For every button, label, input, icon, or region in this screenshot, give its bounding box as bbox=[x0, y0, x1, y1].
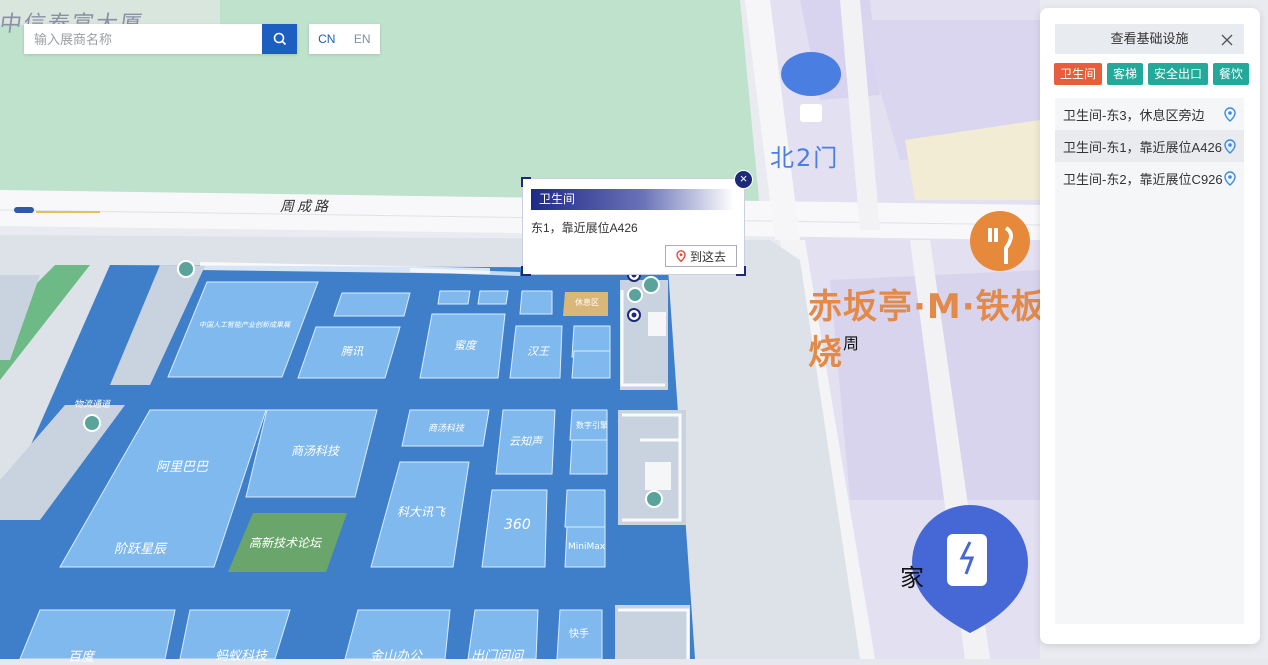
navigate-here-button[interactable]: 到这去 bbox=[665, 245, 737, 267]
tab-elevator[interactable]: 客梯 bbox=[1107, 63, 1144, 85]
search-button[interactable] bbox=[262, 24, 297, 54]
panel-header: 查看基础设施 bbox=[1055, 24, 1244, 54]
location-pin-icon[interactable] bbox=[1224, 138, 1236, 154]
booth-label: 商汤科技 bbox=[428, 424, 465, 434]
booth-label: 金山办公 bbox=[370, 649, 423, 664]
list-item-label: 卫生间-东3，休息区旁边 bbox=[1063, 107, 1205, 123]
list-item-label: 卫生间-东1，靠近展位A426 bbox=[1063, 139, 1222, 155]
list-item[interactable]: 卫生间-东2，靠近展位C926 bbox=[1055, 162, 1244, 194]
search-input[interactable] bbox=[24, 24, 262, 54]
panel-close-button[interactable] bbox=[1220, 24, 1234, 54]
passage-label: 物流通道 bbox=[74, 400, 111, 410]
list-item[interactable]: 卫生间-东3，休息区旁边 bbox=[1055, 98, 1244, 130]
booths-row-a bbox=[167, 281, 611, 379]
lang-cn-button[interactable]: CN bbox=[309, 32, 345, 46]
booth-label: 科大讯飞 bbox=[397, 505, 446, 519]
booth-label: 出门问问 bbox=[471, 649, 524, 664]
tab-restroom[interactable]: 卫生间 bbox=[1054, 63, 1103, 85]
tab-dining[interactable]: 餐饮 bbox=[1213, 63, 1250, 85]
booth-label: 高新技术论坛 bbox=[249, 536, 322, 550]
street-char-label: 周 bbox=[843, 334, 860, 353]
lang-en-button[interactable]: EN bbox=[345, 32, 381, 46]
language-switch: CN EN bbox=[309, 24, 380, 54]
popup-title: 卫生间 bbox=[531, 189, 734, 210]
booth-label: MiniMax bbox=[568, 542, 606, 552]
booth-label: 数字引擎 bbox=[576, 421, 608, 430]
popup-corner bbox=[736, 266, 746, 276]
popup-description: 东1，靠近展位A426 bbox=[531, 221, 638, 235]
booth-label: 百度 bbox=[68, 650, 95, 665]
street-char-label: 家 bbox=[900, 564, 924, 592]
panel-title: 查看基础设施 bbox=[1110, 31, 1189, 46]
tab-emergency-exit[interactable]: 安全出口 bbox=[1148, 63, 1209, 85]
booth-label: 快手 bbox=[569, 629, 589, 640]
list-item-label: 卫生间-东2，靠近展位C926 bbox=[1063, 171, 1223, 187]
popup-close-button[interactable]: × bbox=[734, 170, 753, 189]
location-pin-icon[interactable] bbox=[1224, 170, 1236, 186]
booth-label: 腾讯 bbox=[341, 345, 363, 358]
restaurant-pin-icon bbox=[970, 211, 1030, 271]
facility-list: 卫生间-东3，休息区旁边 卫生间-东1，靠近展位A426 卫生间-东2，靠近展位… bbox=[1055, 98, 1244, 624]
search-bar bbox=[24, 24, 297, 54]
booth-label: 商汤科技 bbox=[291, 444, 340, 458]
facility-panel: 查看基础设施 卫生间 客梯 安全出口 餐饮 卫生间-东3，休息区旁边 卫生间-东… bbox=[1040, 8, 1260, 644]
map-pin-icon bbox=[676, 250, 686, 262]
gate-label: 北2门 bbox=[770, 144, 840, 172]
search-icon bbox=[273, 32, 286, 46]
booth-label: 阿里巴巴 bbox=[156, 460, 209, 475]
facility-popup: 卫生间 东1，靠近展位A426 到这去 × bbox=[521, 170, 753, 276]
location-pin-icon[interactable] bbox=[1224, 106, 1236, 122]
list-item[interactable]: 卫生间-东1，靠近展位A426 bbox=[1055, 130, 1244, 162]
navigate-label: 到这去 bbox=[689, 249, 726, 264]
booth-label: 休息区 bbox=[575, 298, 599, 307]
booth-label: 阶跃星辰 bbox=[114, 542, 167, 557]
popup-corner bbox=[521, 177, 531, 187]
close-icon bbox=[1221, 34, 1233, 46]
road-label: 周成路 bbox=[280, 199, 331, 215]
facility-type-tabs: 卫生间 客梯 安全出口 餐饮 bbox=[1054, 63, 1250, 85]
booth-label: 360 bbox=[504, 517, 531, 533]
booth-label: 中国人工智能产业创新成果展 bbox=[199, 321, 290, 329]
booth-label: 蚂蚁科技 bbox=[215, 649, 268, 664]
booth-label: 蜜度 bbox=[454, 339, 476, 352]
booth-label: 云知声 bbox=[509, 435, 542, 448]
popup-corner bbox=[521, 266, 531, 276]
booth-label: 汉王 bbox=[527, 345, 549, 358]
